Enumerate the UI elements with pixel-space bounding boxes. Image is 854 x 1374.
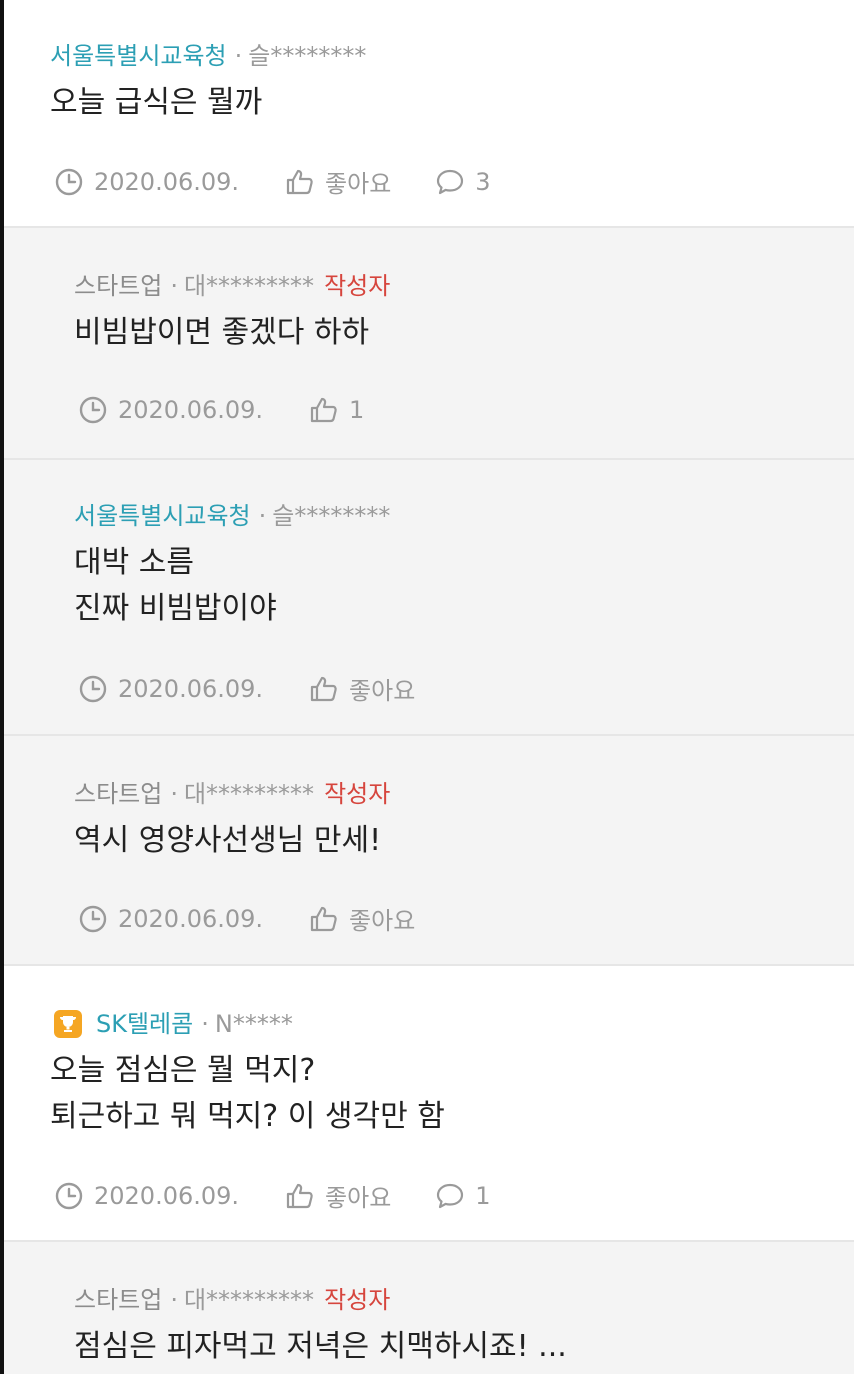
- comment-count: 3: [475, 167, 491, 196]
- like-button[interactable]: 좋아요: [309, 901, 415, 936]
- reply-line: 역시 영양사선생님 만세!: [74, 823, 382, 858]
- reply-item: 스타트업 · 대********* 작성자 점심은 피자먹고 저녁은 치맥하시죠…: [4, 1242, 854, 1374]
- author-name: 슬********: [272, 502, 391, 530]
- reply-date: 2020.06.09.: [78, 395, 263, 425]
- post-item: 서울특별시교육청 · 슬******** 오늘 급식은 뭘까 2020.06.0…: [4, 0, 854, 226]
- speech-bubble-icon: [435, 167, 465, 197]
- reply-body[interactable]: 점심은 피자먹고 저녁은 치맥하시죠! ...: [74, 1324, 567, 1370]
- speech-bubble-icon: [435, 1181, 465, 1211]
- like-label: 좋아요: [349, 677, 416, 705]
- date-text: 2020.06.09.: [118, 674, 264, 703]
- meta-separator: ·: [234, 42, 243, 70]
- reply-meta: 서울특별시교육청 · 슬********: [74, 500, 390, 532]
- meta-separator: ·: [201, 1010, 209, 1038]
- company-link[interactable]: 서울특별시교육청: [74, 500, 251, 532]
- author-badge: 작성자: [324, 1286, 391, 1314]
- clock-icon: [78, 904, 108, 934]
- post-body[interactable]: 오늘 급식은 뭘까: [50, 80, 262, 126]
- company-link[interactable]: SK텔레콤: [96, 1008, 193, 1040]
- author-name: 대*********: [183, 272, 315, 300]
- like-button[interactable]: 좋아요: [285, 164, 391, 199]
- company-link[interactable]: 스타트업: [74, 270, 162, 302]
- comment-button[interactable]: 1: [435, 1181, 491, 1211]
- clock-icon: [54, 1181, 84, 1211]
- post-footer: 2020.06.09. 좋아요 3: [54, 164, 491, 199]
- post-meta: SK텔레콤 · N*****: [54, 1008, 293, 1040]
- reply-item: 스타트업 · 대********* 작성자 역시 영양사선생님 만세! 2020…: [4, 736, 854, 964]
- author-badge: 작성자: [324, 272, 391, 300]
- reply-meta: 스타트업 · 대********* 작성자: [74, 1284, 390, 1316]
- date-text: 2020.06.09.: [118, 904, 264, 933]
- comment-count: 1: [475, 1181, 491, 1210]
- reply-footer: 2020.06.09. 좋아요: [78, 901, 415, 936]
- thumbs-up-icon: [309, 904, 339, 934]
- post-meta: 서울특별시교육청 · 슬********: [50, 40, 366, 72]
- post-footer: 2020.06.09. 좋아요 1: [54, 1178, 491, 1213]
- date-text: 2020.06.09.: [94, 1181, 240, 1210]
- post-line: 오늘 급식은 뭘까: [50, 85, 263, 120]
- company-link[interactable]: 스타트업: [74, 1284, 162, 1316]
- like-button[interactable]: 좋아요: [285, 1178, 391, 1213]
- reply-body[interactable]: 역시 영양사선생님 만세!: [74, 818, 381, 864]
- thumbs-up-icon: [285, 167, 315, 197]
- trophy-icon: [54, 1010, 82, 1038]
- reply-footer: 2020.06.09. 좋아요: [78, 671, 415, 706]
- reply-date: 2020.06.09.: [78, 674, 263, 704]
- reply-line: 점심은 피자먹고 저녁은 치맥하시죠! ...: [74, 1329, 567, 1364]
- post-item: SK텔레콤 · N***** 오늘 점심은 뭘 먹지? 퇴근하고 뭐 먹지? 이…: [4, 966, 854, 1240]
- author-name: N*****: [214, 1010, 293, 1038]
- reply-date: 2020.06.09.: [78, 904, 263, 934]
- like-label: 좋아요: [349, 907, 416, 935]
- reply-body[interactable]: 대박 소름 진짜 비빔밥이야: [74, 540, 277, 632]
- author-name: 슬********: [248, 42, 367, 70]
- date-text: 2020.06.09.: [118, 396, 264, 424]
- reply-meta: 스타트업 · 대********* 작성자: [74, 270, 390, 302]
- author-name: 대*********: [183, 1286, 315, 1314]
- author-badge: 작성자: [324, 780, 391, 808]
- clock-icon: [78, 395, 108, 425]
- clock-icon: [54, 167, 84, 197]
- thumbs-up-icon: [285, 1181, 315, 1211]
- meta-separator: ·: [170, 272, 178, 300]
- author-name: 대*********: [183, 780, 315, 808]
- reply-line: 비빔밥이면 좋겠다 하하: [74, 315, 370, 350]
- post-date: 2020.06.09.: [54, 1181, 239, 1211]
- post-line: 퇴근하고 뭐 먹지? 이 생각만 함: [50, 1099, 445, 1134]
- reply-footer: 2020.06.09. 1: [78, 395, 364, 425]
- reply-body[interactable]: 비빔밥이면 좋겠다 하하: [74, 310, 369, 356]
- reply-line: 대박 소름: [74, 545, 194, 580]
- post-date: 2020.06.09.: [54, 167, 239, 197]
- like-label: 좋아요: [325, 170, 392, 198]
- reply-line: 진짜 비빔밥이야: [74, 591, 277, 626]
- company-link[interactable]: 서울특별시교육청: [50, 40, 227, 72]
- clock-icon: [78, 674, 108, 704]
- thumbs-up-icon: [309, 395, 339, 425]
- thumbs-up-icon: [309, 674, 339, 704]
- reply-item: 서울특별시교육청 · 슬******** 대박 소름 진짜 비빔밥이야 2020…: [4, 460, 854, 734]
- like-button[interactable]: 1: [309, 395, 364, 425]
- like-label: 좋아요: [325, 1184, 392, 1212]
- reply-meta: 스타트업 · 대********* 작성자: [74, 778, 390, 810]
- post-line: 오늘 점심은 뭘 먹지?: [50, 1053, 316, 1088]
- like-count: 1: [349, 396, 365, 424]
- like-button[interactable]: 좋아요: [309, 671, 415, 706]
- comment-button[interactable]: 3: [435, 167, 491, 197]
- meta-separator: ·: [258, 502, 267, 530]
- reply-item: 스타트업 · 대********* 작성자 비빔밥이면 좋겠다 하하 2020.…: [4, 228, 854, 458]
- comment-feed: 서울특별시교육청 · 슬******** 오늘 급식은 뭘까 2020.06.0…: [0, 0, 854, 1374]
- meta-separator: ·: [170, 780, 178, 808]
- date-text: 2020.06.09.: [94, 167, 240, 196]
- company-link[interactable]: 스타트업: [74, 778, 162, 810]
- meta-separator: ·: [170, 1286, 178, 1314]
- post-body[interactable]: 오늘 점심은 뭘 먹지? 퇴근하고 뭐 먹지? 이 생각만 함: [50, 1048, 445, 1140]
